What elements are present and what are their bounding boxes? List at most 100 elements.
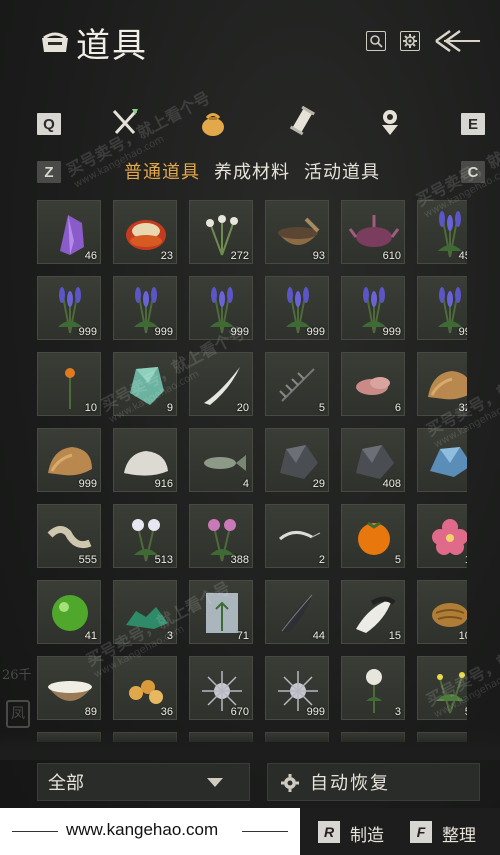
category-tab-equipment[interactable] [108,105,142,139]
item-slot[interactable]: 999 [189,276,253,340]
craft-button[interactable]: 制造 [350,821,384,846]
item-slot[interactable]: 3 [341,656,405,720]
item-quantity: 93 [312,250,325,262]
side-decoration: 26千 凤 [0,660,36,740]
item-slot[interactable]: 44 [265,580,329,644]
key-hint-prev-category[interactable]: Q [37,113,61,135]
item-slot[interactable]: 2 [265,504,329,568]
tab-normal-items[interactable]: 普通道具 [124,158,200,184]
item-slot[interactable]: 408 [341,428,405,492]
item-slot[interactable]: 999 [265,656,329,720]
item-slot[interactable]: 555 [37,504,101,568]
pouch-icon [202,113,224,136]
item-quantity: 999 [306,706,325,718]
item-slot[interactable]: 999 [417,276,467,340]
item-slot[interactable]: 999 [341,276,405,340]
item-slot[interactable]: 46 [37,200,101,264]
item-tabs: 普通道具 养成材料 活动道具 [124,158,380,184]
item-slot[interactable]: 23 [113,200,177,264]
search-icon [370,35,383,48]
page-title: 道具 [76,26,148,66]
item-slot[interactable]: 3 [113,580,177,644]
item-slot[interactable]: 916 [113,428,177,492]
search-button[interactable] [366,31,386,51]
sort-button[interactable]: 整理 [442,821,476,846]
grid-fade [0,730,500,760]
item-slot[interactable]: 10 [37,352,101,416]
item-quantity: 999 [230,326,249,338]
key-hint-craft[interactable]: R [318,821,340,843]
key-hint-prev-tab[interactable]: Z [37,161,61,183]
key-hint-next-tab[interactable]: C [461,161,485,183]
item-slot[interactable]: 29 [265,428,329,492]
settings-button[interactable] [400,31,420,51]
item-slot[interactable]: 107 [417,580,467,644]
item-slot[interactable]: 19 [417,504,467,568]
item-slot[interactable]: 15 [341,580,405,644]
category-tab-scrolls[interactable] [288,105,322,139]
tab-cultivation-materials[interactable]: 养成材料 [214,158,290,184]
item-quantity: 19 [465,554,467,566]
item-slot[interactable]: 327 [417,352,467,416]
item-quantity: 999 [78,478,97,490]
filter-label: 全部 [48,773,84,794]
key-hint-sort[interactable]: F [410,821,432,843]
item-quantity: 15 [388,630,401,642]
item-quantity: 41 [84,630,97,642]
item-slot[interactable]: 513 [113,504,177,568]
item-quantity: 55 [465,706,467,718]
filter-dropdown[interactable]: 全部 [37,763,250,801]
item-quantity: 999 [306,326,325,338]
item-slot[interactable]: 41 [37,580,101,644]
item-quantity: 29 [312,478,325,490]
item-slot[interactable]: 4 [417,428,467,492]
category-tab-gems[interactable] [373,105,407,139]
item-quantity: 327 [458,402,467,414]
item-slot[interactable]: 670 [189,656,253,720]
item-quantity: 555 [78,554,97,566]
item-slot[interactable]: 999 [37,276,101,340]
back-arrow-icon[interactable] [434,28,482,54]
chevron-down-icon [207,778,223,787]
header: 道具 [0,0,500,80]
item-slot[interactable]: 272 [189,200,253,264]
item-quantity: 999 [78,326,97,338]
item-slot[interactable]: 5 [341,504,405,568]
item-quantity: 20 [236,402,249,414]
gear-icon [281,774,299,792]
item-slot[interactable]: 89 [37,656,101,720]
item-slot[interactable]: 999 [265,276,329,340]
item-slot[interactable]: 71 [189,580,253,644]
item-slot[interactable]: 5 [265,352,329,416]
item-quantity: 999 [458,326,467,338]
item-slot[interactable]: 999 [37,428,101,492]
item-slot[interactable]: 9 [113,352,177,416]
item-quantity: 46 [84,250,97,262]
item-quantity: 71 [236,630,249,642]
item-slot[interactable]: 610 [341,200,405,264]
item-slot[interactable]: 450 [417,200,467,264]
item-slot[interactable]: 388 [189,504,253,568]
item-slot[interactable]: 999 [113,276,177,340]
item-quantity: 610 [382,250,401,262]
auto-recover-button[interactable]: 自动恢复 [267,763,480,801]
yellow-flower-herb-icon [436,672,465,714]
tab-event-items[interactable]: 活动道具 [304,158,380,184]
gear-icon [403,34,417,48]
item-slot[interactable]: 93 [265,200,329,264]
item-slot[interactable]: 55 [417,656,467,720]
item-quantity: 2 [318,554,325,566]
key-hint-next-category[interactable]: E [461,113,485,135]
item-quantity: 513 [154,554,173,566]
action-bar: R 制造 F 整理 [300,808,500,855]
category-tab-items[interactable] [196,105,230,139]
item-quantity: 4 [242,478,249,490]
item-slot[interactable]: 36 [113,656,177,720]
item-slot[interactable]: 20 [189,352,253,416]
item-slot[interactable]: 6 [341,352,405,416]
item-slot[interactable]: 4 [189,428,253,492]
watermark-url: www.kangehao.com [66,820,219,839]
item-quantity: 408 [382,478,401,490]
item-quantity: 916 [154,478,173,490]
item-quantity: 388 [230,554,249,566]
